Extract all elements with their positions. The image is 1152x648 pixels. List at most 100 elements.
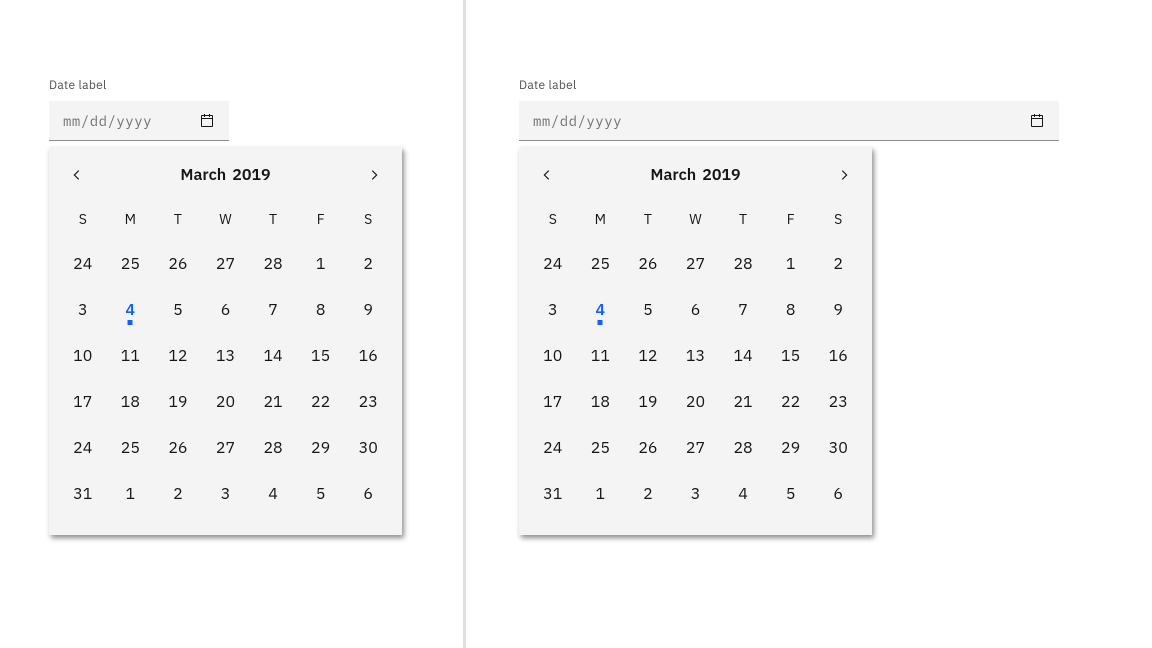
day-cell[interactable]: 24 (59, 241, 107, 287)
day-cell[interactable]: 17 (59, 379, 107, 425)
day-cell[interactable]: 5 (624, 287, 672, 333)
day-cell[interactable]: 26 (624, 425, 672, 471)
day-cell[interactable]: 12 (624, 333, 672, 379)
day-cell[interactable]: 15 (297, 333, 345, 379)
day-cell[interactable]: 10 (529, 333, 577, 379)
day-cell[interactable]: 27 (672, 241, 720, 287)
day-cell[interactable]: 1 (107, 471, 155, 517)
weekday-cell: W (202, 197, 250, 241)
day-cell[interactable]: 11 (577, 333, 625, 379)
day-cell[interactable]: 2 (624, 471, 672, 517)
day-cell[interactable]: 13 (202, 333, 250, 379)
calendar-icon[interactable] (199, 113, 215, 129)
day-cell[interactable]: 9 (814, 287, 862, 333)
day-cell[interactable]: 18 (577, 379, 625, 425)
day-cell[interactable]: 20 (672, 379, 720, 425)
day-cell[interactable]: 21 (719, 379, 767, 425)
day-cell[interactable]: 30 (814, 425, 862, 471)
day-cell[interactable]: 16 (814, 333, 862, 379)
day-cell[interactable]: 24 (529, 425, 577, 471)
day-cell[interactable]: 31 (529, 471, 577, 517)
day-cell[interactable]: 29 (297, 425, 345, 471)
day-cell[interactable]: 7 (719, 287, 767, 333)
day-cell[interactable]: 13 (672, 333, 720, 379)
day-cell[interactable]: 1 (767, 241, 815, 287)
day-cell[interactable]: 15 (767, 333, 815, 379)
day-cell[interactable]: 23 (344, 379, 392, 425)
day-cell[interactable]: 3 (672, 471, 720, 517)
next-month-button[interactable] (356, 157, 392, 193)
day-cell[interactable]: 21 (249, 379, 297, 425)
day-cell[interactable]: 26 (154, 241, 202, 287)
day-cell[interactable]: 25 (107, 425, 155, 471)
day-cell[interactable]: 2 (344, 241, 392, 287)
date-input[interactable]: mm/dd/yyyy (49, 101, 229, 141)
day-cell[interactable]: 1 (577, 471, 625, 517)
day-cell[interactable]: 5 (767, 471, 815, 517)
calendar-icon[interactable] (1029, 113, 1045, 129)
calendar-header: March2019 (59, 153, 392, 197)
day-cell[interactable]: 8 (767, 287, 815, 333)
day-cell[interactable]: 6 (814, 471, 862, 517)
day-cell[interactable]: 30 (344, 425, 392, 471)
day-cell[interactable]: 6 (344, 471, 392, 517)
day-cell[interactable]: 23 (814, 379, 862, 425)
day-cell[interactable]: 2 (814, 241, 862, 287)
day-cell[interactable]: 12 (154, 333, 202, 379)
day-cell[interactable]: 6 (672, 287, 720, 333)
day-cell[interactable]: 2 (154, 471, 202, 517)
day-cell[interactable]: 16 (344, 333, 392, 379)
month-year-label: March2019 (180, 165, 270, 185)
day-cell[interactable]: 25 (107, 241, 155, 287)
day-cell[interactable]: 19 (624, 379, 672, 425)
day-cell[interactable]: 22 (767, 379, 815, 425)
day-cell[interactable]: 27 (202, 241, 250, 287)
day-cell[interactable]: 8 (297, 287, 345, 333)
date-input[interactable]: mm/dd/yyyy (519, 101, 1059, 141)
day-cell[interactable]: 4 (577, 287, 625, 333)
day-cell[interactable]: 19 (154, 379, 202, 425)
day-cell[interactable]: 6 (202, 287, 250, 333)
day-cell[interactable]: 24 (529, 241, 577, 287)
day-cell[interactable]: 7 (249, 287, 297, 333)
day-grid: 2425262728123456789101112131415161718192… (59, 241, 392, 517)
day-cell[interactable]: 1 (297, 241, 345, 287)
day-cell[interactable]: 3 (59, 287, 107, 333)
day-cell[interactable]: 10 (59, 333, 107, 379)
day-cell[interactable]: 27 (202, 425, 250, 471)
day-cell[interactable]: 22 (297, 379, 345, 425)
day-cell[interactable]: 17 (529, 379, 577, 425)
day-cell[interactable]: 9 (344, 287, 392, 333)
day-cell[interactable]: 5 (154, 287, 202, 333)
day-cell[interactable]: 14 (719, 333, 767, 379)
day-cell[interactable]: 28 (719, 241, 767, 287)
day-cell[interactable]: 26 (624, 241, 672, 287)
day-cell[interactable]: 3 (202, 471, 250, 517)
weekday-cell: S (814, 197, 862, 241)
day-cell[interactable]: 14 (249, 333, 297, 379)
day-cell[interactable]: 25 (577, 425, 625, 471)
day-cell[interactable]: 27 (672, 425, 720, 471)
day-cell[interactable]: 28 (249, 241, 297, 287)
day-cell[interactable]: 4 (249, 471, 297, 517)
day-cell[interactable]: 18 (107, 379, 155, 425)
day-cell[interactable]: 4 (719, 471, 767, 517)
day-cell[interactable]: 31 (59, 471, 107, 517)
weekday-cell: M (577, 197, 625, 241)
day-cell[interactable]: 3 (529, 287, 577, 333)
day-cell[interactable]: 24 (59, 425, 107, 471)
day-cell[interactable]: 28 (249, 425, 297, 471)
day-cell[interactable]: 29 (767, 425, 815, 471)
date-label: Date label (49, 78, 402, 93)
day-cell[interactable]: 28 (719, 425, 767, 471)
day-cell[interactable]: 5 (297, 471, 345, 517)
day-cell[interactable]: 25 (577, 241, 625, 287)
calendar-header: March2019 (529, 153, 862, 197)
prev-month-button[interactable] (529, 157, 565, 193)
next-month-button[interactable] (826, 157, 862, 193)
day-cell[interactable]: 26 (154, 425, 202, 471)
day-cell[interactable]: 4 (107, 287, 155, 333)
prev-month-button[interactable] (59, 157, 95, 193)
day-cell[interactable]: 11 (107, 333, 155, 379)
day-cell[interactable]: 20 (202, 379, 250, 425)
